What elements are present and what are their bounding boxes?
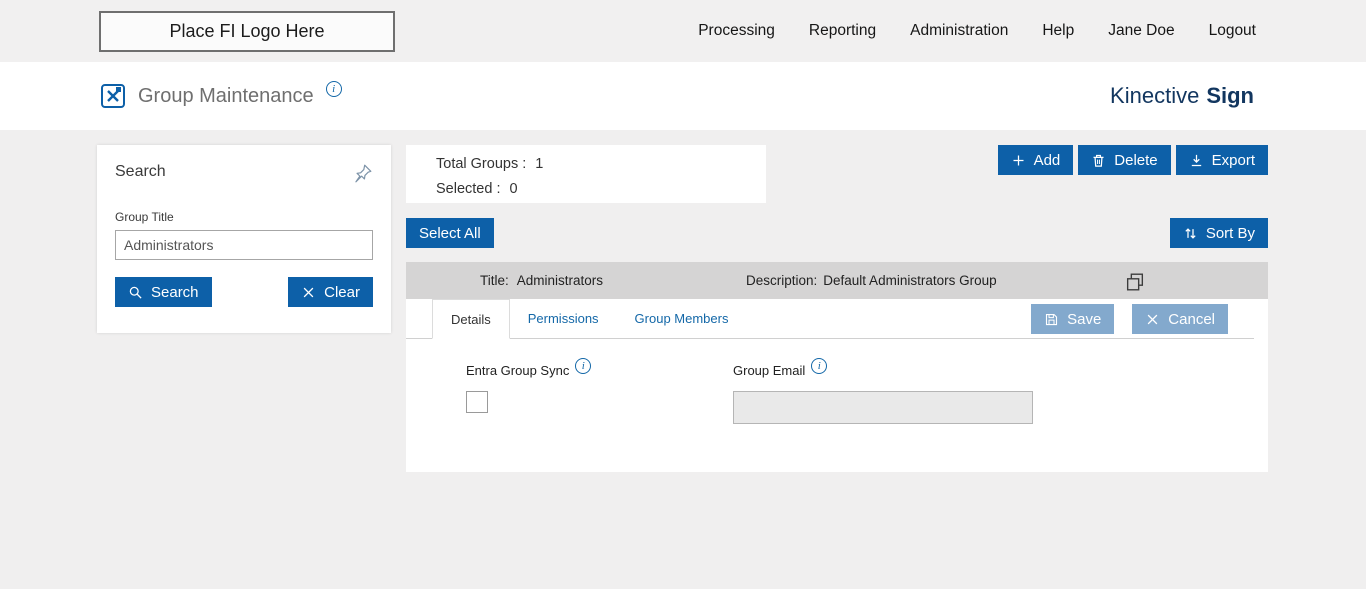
clear-button[interactable]: Clear xyxy=(288,277,373,307)
select-all-label: Select All xyxy=(419,224,481,242)
delete-button-label: Delete xyxy=(1114,151,1158,169)
group-maintenance-icon xyxy=(101,84,125,108)
tab-bar: Details Permissions Group Members Save C… xyxy=(406,299,1254,339)
export-button-label: Export xyxy=(1211,151,1255,169)
save-button[interactable]: Save xyxy=(1031,304,1115,334)
nav-help[interactable]: Help xyxy=(1042,22,1074,40)
tab-permissions-label: Permissions xyxy=(527,311,599,326)
tab-group-members[interactable]: Group Members xyxy=(617,299,747,338)
group-row-title: Title: Administrators xyxy=(480,262,603,299)
select-all-button[interactable]: Select All xyxy=(406,218,494,248)
group-description-value: Default Administrators Group xyxy=(823,273,997,288)
page-info-icon[interactable]: i xyxy=(325,81,342,97)
search-panel-heading: Search xyxy=(115,163,166,180)
sort-by-label: Sort By xyxy=(1205,224,1255,242)
brand-logo: Kinective Sign xyxy=(1110,62,1254,130)
group-summary-card: Total Groups : 1 Selected : 0 xyxy=(406,145,766,203)
group-detail-panel: Details Permissions Group Members Save C… xyxy=(406,299,1268,472)
entra-group-sync-checkbox[interactable] xyxy=(466,391,488,413)
tab-group-members-label: Group Members xyxy=(634,311,729,326)
cancel-button-label: Cancel xyxy=(1168,310,1215,328)
nav-administration[interactable]: Administration xyxy=(910,22,1008,40)
nav-reporting[interactable]: Reporting xyxy=(809,22,876,40)
cancel-button[interactable]: Cancel xyxy=(1132,304,1228,334)
sort-arrows-icon xyxy=(1185,227,1196,239)
total-groups-label: Total Groups : xyxy=(436,156,527,172)
search-icon xyxy=(129,286,142,299)
search-button[interactable]: Search xyxy=(115,277,212,307)
sort-by-button[interactable]: Sort By xyxy=(1169,218,1268,248)
download-icon xyxy=(1191,154,1201,166)
group-email-label-row: Group Email i xyxy=(733,358,1033,379)
entra-group-sync-label-row: Entra Group Sync i xyxy=(466,358,592,379)
top-header-bar: Place FI Logo Here Processing Reporting … xyxy=(0,0,1366,62)
group-title-field-value: Administrators xyxy=(516,273,604,288)
entra-group-sync-info-icon[interactable]: i xyxy=(575,358,592,374)
save-button-label: Save xyxy=(1067,310,1102,328)
plus-icon xyxy=(1013,155,1024,165)
tab-permissions[interactable]: Permissions xyxy=(510,299,617,338)
nav-logout[interactable]: Logout xyxy=(1209,22,1256,40)
search-button-label: Search xyxy=(151,283,199,301)
group-title-label: Group Title xyxy=(115,210,174,224)
export-button[interactable]: Export xyxy=(1175,145,1268,175)
group-title-input[interactable] xyxy=(115,230,373,260)
trash-icon xyxy=(1093,154,1104,167)
group-email-info-icon[interactable]: i xyxy=(811,358,828,374)
panel-actions: Save Cancel xyxy=(1031,304,1228,334)
pin-icon[interactable] xyxy=(352,163,373,184)
group-email-input[interactable] xyxy=(733,391,1033,424)
total-groups-row: Total Groups : 1 xyxy=(436,152,766,177)
page-title-group: Group Maintenance i xyxy=(100,62,342,130)
selected-row: Selected : 0 xyxy=(436,177,766,202)
delete-button[interactable]: Delete xyxy=(1078,145,1171,175)
tab-details[interactable]: Details xyxy=(432,299,510,339)
tab-details-label: Details xyxy=(451,311,491,327)
selected-value: 0 xyxy=(509,181,518,197)
add-button-label: Add xyxy=(1033,151,1061,169)
selected-label: Selected : xyxy=(436,181,501,197)
fi-logo-text: Place FI Logo Here xyxy=(169,21,325,41)
nav-processing[interactable]: Processing xyxy=(698,22,775,40)
group-email-label: Group Email xyxy=(733,363,806,378)
group-description-label: Description: xyxy=(746,273,818,288)
entra-group-sync-label: Entra Group Sync xyxy=(466,363,570,378)
top-navigation: Processing Reporting Administration Help… xyxy=(698,0,1256,62)
group-row-description: Description: Default Administrators Grou… xyxy=(746,262,997,299)
search-panel-header: Search xyxy=(115,163,373,184)
cancel-x-icon xyxy=(1147,314,1158,324)
clear-button-label: Clear xyxy=(324,283,360,301)
total-groups-value: 1 xyxy=(535,156,544,172)
search-button-row: Search Clear xyxy=(115,277,373,307)
group-toolbar: Add Delete Export xyxy=(997,145,1268,175)
nav-user-jane-doe[interactable]: Jane Doe xyxy=(1108,22,1174,40)
brand-second: Sign xyxy=(1206,83,1254,108)
group-row[interactable]: Title: Administrators Description: Defau… xyxy=(406,262,1268,299)
brand-first: Kinective xyxy=(1110,83,1200,108)
fi-logo-placeholder: Place FI Logo Here xyxy=(99,11,395,52)
entra-group-sync-field: Entra Group Sync i xyxy=(466,358,592,413)
group-email-field: Group Email i xyxy=(733,358,1033,424)
app-root: Place FI Logo Here Processing Reporting … xyxy=(0,0,1366,589)
main-content: Search Group Title Search xyxy=(0,130,1366,589)
save-floppy-icon xyxy=(1046,313,1058,325)
group-title-field-label: Title: xyxy=(480,273,509,288)
add-button[interactable]: Add xyxy=(997,145,1074,175)
page-title: Group Maintenance xyxy=(138,84,314,107)
clear-x-icon xyxy=(303,287,314,297)
copy-icon[interactable] xyxy=(1124,271,1146,293)
search-panel: Search Group Title Search xyxy=(97,145,391,333)
page-title-bar: Group Maintenance i Kinective Sign xyxy=(0,62,1366,130)
